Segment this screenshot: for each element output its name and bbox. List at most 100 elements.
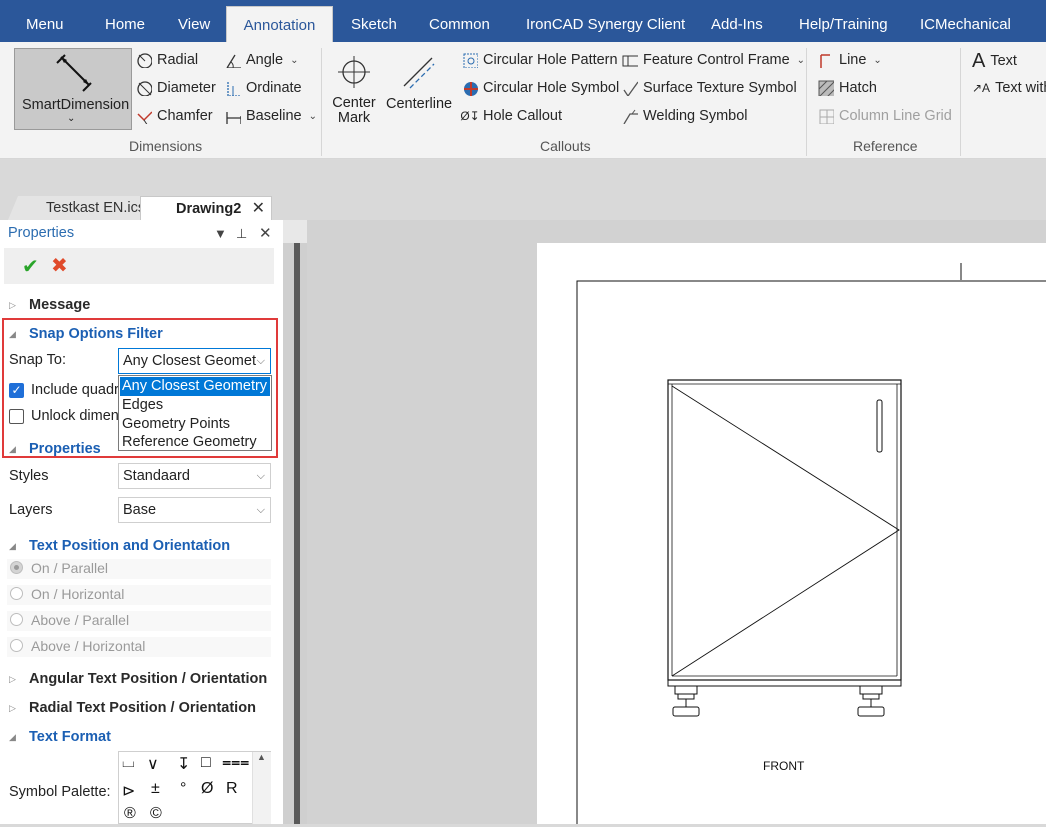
cancel-icon[interactable]: ✖ — [51, 253, 68, 278]
styles-select[interactable]: Standaard ⌵ — [118, 463, 271, 489]
chevron-down-icon: ⌄ — [796, 54, 806, 66]
panel-title: Properties — [8, 225, 75, 241]
front-view-drawing — [576, 263, 1046, 824]
column-line-grid-label: Column Line Grid — [839, 108, 952, 124]
expand-icon: ▷ — [9, 673, 16, 684]
surface-texture-symbol-button[interactable]: Surface Texture Symbol — [622, 80, 797, 96]
collapse-icon: ◢ — [9, 731, 16, 742]
line-button[interactable]: Line ⌄ — [818, 52, 882, 68]
tab-home[interactable]: Home — [105, 0, 145, 42]
close-icon[interactable]: ✕ — [259, 224, 272, 242]
action-bar: ✔ ✖ — [4, 248, 274, 284]
section-radial-text[interactable]: ▷ Radial Text Position / Orientation — [9, 700, 256, 716]
radial-label: Radial — [157, 52, 199, 68]
symbol-item[interactable]: □ — [201, 754, 211, 772]
tab-view[interactable]: View — [178, 0, 210, 42]
tab-ironcad-synergy-client[interactable]: IronCAD Synergy Client — [526, 0, 685, 42]
angle-button[interactable]: Angle ⌄ — [225, 52, 298, 68]
radio-button[interactable] — [10, 613, 23, 626]
expand-icon: ▷ — [9, 299, 16, 310]
section-text-position[interactable]: ◢ Text Position and Orientation — [9, 538, 230, 554]
tab-common[interactable]: Common — [429, 0, 490, 42]
radio-button[interactable] — [10, 561, 23, 574]
callouts-group-label: Callouts — [540, 138, 591, 154]
symbol-palette-label: Symbol Palette: — [9, 784, 111, 800]
chevron-down-icon: ⌵ — [256, 504, 265, 516]
ordinate-button[interactable]: Ordinate — [225, 80, 302, 96]
tab-icmechanical[interactable]: ICMechanical — [920, 0, 1011, 42]
smart-dimension-button[interactable]: SmartDimension ⌄ — [14, 48, 132, 130]
radio-on-parallel[interactable]: On / Parallel — [7, 559, 271, 579]
reference-group-label: Reference — [853, 138, 918, 154]
section-angular-text[interactable]: ▷ Angular Text Position / Orientation — [9, 671, 267, 687]
text-button[interactable]: A Text — [972, 51, 1017, 71]
feature-control-frame-button[interactable]: Feature Control Frame ⌄ — [622, 52, 805, 68]
hole-callout-icon: Ø↧ — [460, 109, 480, 123]
symbol-item[interactable]: ∨ — [147, 754, 159, 774]
panel-menu-icon[interactable]: ▼ — [214, 226, 227, 241]
symbol-item[interactable]: Ø — [201, 780, 213, 798]
circular-hole-pattern-button[interactable]: Circular Hole Pattern — [462, 52, 618, 68]
centerline-button[interactable]: Centerline — [386, 52, 452, 128]
symbol-item[interactable]: ⌴ — [122, 754, 135, 772]
text-with-leader-button[interactable]: ↗A Text with — [972, 80, 1046, 96]
palette-scrollbar[interactable]: ▲ — [252, 752, 271, 824]
layers-select[interactable]: Base ⌵ — [118, 497, 271, 523]
symbol-item[interactable]: ® — [124, 805, 136, 823]
symbol-item[interactable]: ⩶ — [222, 754, 249, 772]
diameter-label: Diameter — [157, 80, 216, 96]
hole-symbol-icon — [464, 82, 478, 96]
close-icon[interactable]: ✕ — [252, 197, 265, 221]
chevron-down-icon: ⌵ — [256, 470, 265, 482]
hatch-label: Hatch — [839, 80, 877, 96]
vertical-scrollbar[interactable] — [294, 243, 300, 824]
ribbon-divider — [960, 48, 961, 156]
radio-label: On / Parallel — [31, 560, 109, 576]
diameter-button[interactable]: Diameter — [136, 80, 216, 96]
check-icon[interactable]: ✔ — [22, 254, 39, 279]
line-label: Line — [839, 52, 867, 68]
symbol-item[interactable]: ↧ — [177, 754, 190, 774]
symbol-item[interactable]: ⊳ — [122, 781, 135, 801]
surface-texture-symbol-label: Surface Texture Symbol — [643, 80, 797, 96]
tab-menu[interactable]: Menu — [26, 0, 64, 42]
column-line-grid-button[interactable]: Column Line Grid — [818, 108, 952, 124]
doc-tab-label: Drawing2 — [176, 201, 242, 217]
doc-tab-drawing2[interactable]: Drawing2 ✕ — [140, 196, 272, 221]
baseline-icon — [226, 112, 241, 124]
baseline-button[interactable]: Baseline ⌄ — [225, 108, 317, 124]
styles-label: Styles — [9, 468, 49, 484]
chevron-down-icon: ⌄ — [308, 110, 318, 122]
hole-callout-button[interactable]: Ø↧ Hole Callout — [460, 108, 562, 124]
tab-add-ins[interactable]: Add-Ins — [711, 0, 763, 42]
section-text-format[interactable]: ◢ Text Format — [9, 729, 111, 745]
section-label: Radial Text Position / Orientation — [29, 700, 256, 716]
smart-dimension-icon — [56, 54, 92, 92]
radio-button[interactable] — [10, 639, 23, 652]
radial-button[interactable]: Radial — [136, 52, 198, 68]
pin-icon[interactable]: ⊥ — [236, 226, 247, 242]
section-message[interactable]: ▷ Message — [9, 297, 90, 313]
symbol-item[interactable]: ° — [180, 780, 186, 798]
chevron-down-icon: ⌄ — [67, 113, 76, 124]
drawing-sheet[interactable]: FRONT — [537, 243, 1046, 824]
welding-symbol-button[interactable]: Welding Symbol — [622, 108, 748, 124]
radio-above-parallel[interactable]: Above / Parallel — [7, 611, 271, 631]
radio-button[interactable] — [10, 587, 23, 600]
radio-on-horizontal[interactable]: On / Horizontal — [7, 585, 271, 605]
symbol-item[interactable]: ± — [151, 780, 160, 798]
symbol-item[interactable]: © — [150, 805, 162, 823]
radio-above-horizontal[interactable]: Above / Horizontal — [7, 637, 271, 657]
tab-sketch[interactable]: Sketch — [351, 0, 397, 42]
centerline-label: Centerline — [386, 96, 453, 112]
section-label: Text Format — [29, 729, 111, 745]
hatch-button[interactable]: Hatch — [818, 80, 877, 96]
tab-help-training[interactable]: Help/Training — [799, 0, 888, 42]
circular-hole-symbol-button[interactable]: Circular Hole Symbol — [462, 80, 619, 96]
center-mark-button[interactable]: Center Mark — [332, 52, 376, 128]
symbol-item[interactable]: R — [226, 780, 238, 798]
doc-tab-testkast[interactable]: Testkast EN.ics — [8, 196, 142, 220]
chamfer-button[interactable]: Chamfer — [136, 108, 213, 124]
angle-label: Angle — [246, 52, 284, 68]
scroll-up-icon[interactable]: ▲ — [257, 752, 266, 762]
